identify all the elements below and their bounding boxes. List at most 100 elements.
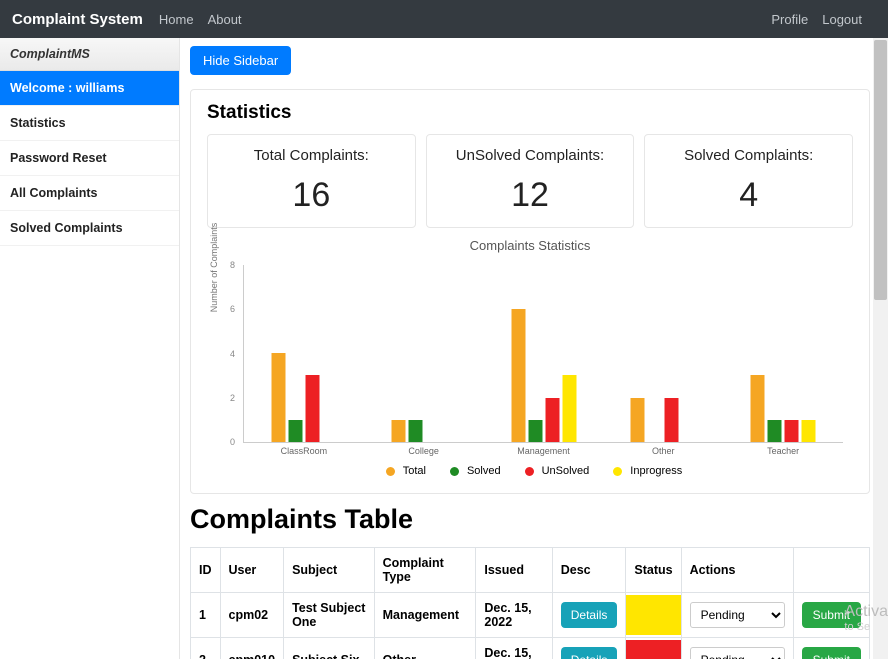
legend-item: Total bbox=[378, 465, 426, 477]
stat-card-value: 4 bbox=[653, 176, 844, 215]
col-extra bbox=[793, 548, 869, 593]
col-Status: Status bbox=[626, 548, 681, 593]
ytick: 2 bbox=[230, 393, 235, 403]
bar-total bbox=[751, 375, 765, 442]
bar-solved bbox=[768, 420, 782, 442]
col-Issued: Issued bbox=[476, 548, 552, 593]
bar-unsolved bbox=[785, 420, 799, 442]
ytick: 6 bbox=[230, 304, 235, 314]
bar-unsolved bbox=[545, 398, 559, 443]
cell-status bbox=[626, 638, 681, 659]
xcategory: College bbox=[408, 446, 439, 456]
cell-submit: Submit bbox=[793, 593, 869, 638]
cell-actions: Pending bbox=[681, 638, 793, 659]
bar-group-Other bbox=[631, 398, 696, 443]
stat-card-title: UnSolved Complaints: bbox=[435, 147, 626, 164]
sidebar-item-1[interactable]: Statistics bbox=[0, 106, 179, 141]
cell-issued: Dec. 15, 2022 bbox=[476, 593, 552, 638]
stat-card-2: Solved Complaints: 4 bbox=[644, 134, 853, 228]
brand: Complaint System bbox=[12, 11, 143, 28]
bar-solved bbox=[528, 420, 542, 442]
chart-ylabel: Number of Complaints bbox=[209, 223, 219, 313]
status-indicator bbox=[626, 640, 680, 659]
details-button[interactable]: Details bbox=[561, 602, 618, 628]
status-select[interactable]: Pending bbox=[690, 602, 785, 628]
bar-solved bbox=[288, 420, 302, 442]
stat-card-1: UnSolved Complaints: 12 bbox=[426, 134, 635, 228]
status-indicator bbox=[626, 595, 680, 635]
top-nav: Complaint System Home About Profile Logo… bbox=[0, 0, 888, 38]
cell-desc: Details bbox=[552, 638, 626, 659]
bar-group-ClassRoom bbox=[271, 353, 336, 442]
chart-title: Complaints Statistics bbox=[207, 238, 853, 253]
cell-status bbox=[626, 593, 681, 638]
sidebar-item-2[interactable]: Password Reset bbox=[0, 141, 179, 176]
scrollbar-thumb[interactable] bbox=[874, 40, 887, 300]
status-select[interactable]: Pending bbox=[690, 647, 785, 659]
stats-heading: Statistics bbox=[207, 102, 853, 124]
chart-legend: TotalSolvedUnSolvedInprogress bbox=[207, 465, 853, 477]
col-ID: ID bbox=[191, 548, 221, 593]
cell-id: 2 bbox=[191, 638, 221, 659]
complaints-table: IDUserSubjectComplaint TypeIssuedDescSta… bbox=[190, 547, 870, 659]
table-row: 1cpm02Test Subject OneManagementDec. 15,… bbox=[191, 593, 870, 638]
cell-id: 1 bbox=[191, 593, 221, 638]
cell-submit: Submit bbox=[793, 638, 869, 659]
bar-inprogress bbox=[802, 420, 816, 442]
bar-inprogress bbox=[562, 375, 576, 442]
stat-card-value: 16 bbox=[216, 176, 407, 215]
nav-home[interactable]: Home bbox=[159, 12, 194, 27]
bar-total bbox=[511, 309, 525, 443]
stat-card-0: Total Complaints: 16 bbox=[207, 134, 416, 228]
cell-user: cpm02 bbox=[220, 593, 284, 638]
bar-group-Management bbox=[511, 309, 576, 443]
xcategory: Management bbox=[517, 446, 570, 456]
xcategory: ClassRoom bbox=[281, 446, 328, 456]
nav-logout[interactable]: Logout bbox=[822, 12, 862, 27]
cell-actions: Pending bbox=[681, 593, 793, 638]
cell-subject: Subject Six bbox=[284, 638, 375, 659]
col-Actions: Actions bbox=[681, 548, 793, 593]
main-content: Hide Sidebar Statistics Total Complaints… bbox=[180, 38, 888, 659]
details-button[interactable]: Details bbox=[561, 647, 618, 659]
cell-type: Other bbox=[374, 638, 476, 659]
ytick: 0 bbox=[230, 437, 235, 447]
table-heading: Complaints Table bbox=[190, 504, 870, 535]
bar-group-Teacher bbox=[751, 375, 816, 442]
col-User: User bbox=[220, 548, 284, 593]
stat-card-title: Solved Complaints: bbox=[653, 147, 844, 164]
stats-panel: Statistics Total Complaints: 16 UnSolved C… bbox=[190, 89, 870, 494]
col-Subject: Subject bbox=[284, 548, 375, 593]
sidebar-item-3[interactable]: All Complaints bbox=[0, 176, 179, 211]
sidebar-item-4[interactable]: Solved Complaints bbox=[0, 211, 179, 246]
cell-desc: Details bbox=[552, 593, 626, 638]
bar-total bbox=[391, 420, 405, 442]
xcategory: Teacher bbox=[767, 446, 799, 456]
sidebar-header: ComplaintMS bbox=[0, 38, 179, 71]
bar-unsolved bbox=[665, 398, 679, 443]
cell-subject: Test Subject One bbox=[284, 593, 375, 638]
xcategory: Other bbox=[652, 446, 675, 456]
bar-solved bbox=[408, 420, 422, 442]
nav-profile[interactable]: Profile bbox=[771, 12, 808, 27]
table-row: 2cpm010Subject SixOtherDec. 15, 2022Deta… bbox=[191, 638, 870, 659]
stat-card-title: Total Complaints: bbox=[216, 147, 407, 164]
legend-item: UnSolved bbox=[517, 465, 590, 477]
sidebar-item-0[interactable]: Welcome : williams bbox=[0, 71, 179, 106]
stat-card-value: 12 bbox=[435, 176, 626, 215]
bar-total bbox=[631, 398, 645, 443]
legend-item: Inprogress bbox=[605, 465, 682, 477]
sidebar: ComplaintMS Welcome : williamsStatistics… bbox=[0, 38, 180, 659]
ytick: 4 bbox=[230, 349, 235, 359]
bar-unsolved bbox=[305, 375, 319, 442]
bar-total bbox=[271, 353, 285, 442]
ytick: 8 bbox=[230, 260, 235, 270]
submit-button[interactable]: Submit bbox=[802, 647, 861, 659]
bar-group-College bbox=[391, 420, 456, 442]
hide-sidebar-button[interactable]: Hide Sidebar bbox=[190, 46, 291, 75]
col-Desc: Desc bbox=[552, 548, 626, 593]
submit-button[interactable]: Submit bbox=[802, 602, 861, 628]
col-Complaint Type: Complaint Type bbox=[374, 548, 476, 593]
complaints-chart: Number of Complaints 02468ClassRoomColle… bbox=[235, 257, 843, 457]
nav-about[interactable]: About bbox=[208, 12, 242, 27]
